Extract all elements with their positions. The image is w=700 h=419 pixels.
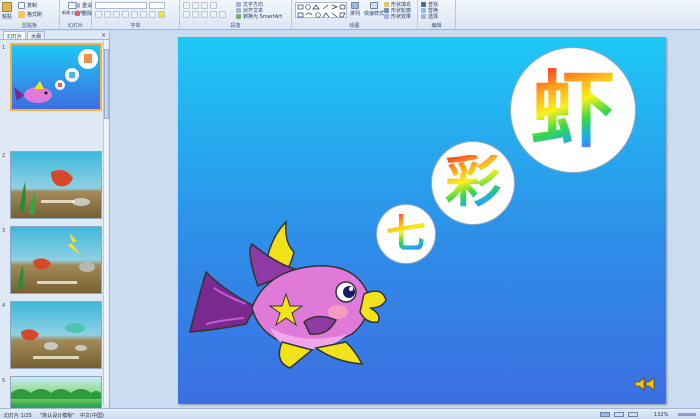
smartart-icon — [236, 14, 241, 19]
align-left-button[interactable] — [183, 11, 190, 18]
reset-button[interactable]: 重设 — [75, 2, 92, 9]
thumbnail-shrimp-scene — [19, 170, 90, 214]
sorter-view-button[interactable] — [614, 412, 624, 417]
shadow-button[interactable] — [131, 11, 138, 18]
decrease-indent-button[interactable] — [201, 2, 208, 9]
slide-thumbnail-2[interactable] — [10, 151, 102, 219]
slideshow-view-button[interactable] — [628, 412, 638, 417]
font-name-combo[interactable] — [95, 2, 147, 9]
speaker-icon[interactable] — [634, 377, 656, 391]
slide-thumbnail-1[interactable] — [10, 43, 102, 111]
justify-button[interactable] — [210, 11, 217, 18]
slide-canvas[interactable]: 虾 彩 七 — [178, 37, 666, 404]
columns-button[interactable] — [219, 11, 226, 18]
shapes-gallery-icon — [297, 4, 346, 18]
thumbnail-shrimp-scene — [21, 323, 87, 359]
thumbnail-number: 5 — [2, 378, 6, 384]
thumbnail-number: 4 — [2, 303, 6, 309]
slide-counter: 幻灯片 1/25 — [4, 413, 32, 419]
delete-slide-button[interactable]: 删除 — [75, 10, 92, 17]
tab-outline[interactable]: 大纲 — [27, 31, 46, 40]
char-xia: 虾 — [530, 61, 615, 159]
slides-panel: 幻灯片 大纲 × 1 2 3 4 5 — [0, 31, 110, 419]
char-cai: 彩 — [445, 150, 501, 215]
increase-indent-button[interactable] — [210, 2, 217, 9]
align-center-button[interactable] — [192, 11, 199, 18]
quick-styles-icon — [370, 2, 378, 9]
change-case-button[interactable] — [149, 11, 156, 18]
quick-styles-button[interactable]: 快速样式 — [364, 2, 384, 17]
shape-effects-button[interactable]: 形状效果 — [384, 13, 411, 20]
font-size-combo[interactable] — [149, 2, 165, 9]
underline-button[interactable] — [113, 11, 120, 18]
panel-tabs: 幻灯片 大纲 — [0, 31, 109, 40]
fish-illustration[interactable] — [186, 212, 402, 372]
slide-thumbnail-4[interactable] — [10, 301, 102, 369]
drawing-label: 绘图 — [349, 23, 360, 29]
arrange-icon — [351, 2, 359, 9]
shapes-gallery[interactable] — [295, 2, 347, 18]
font-label: 字体 — [130, 23, 141, 29]
bubble-medium[interactable]: 彩 — [431, 141, 515, 225]
thumbnail-number: 1 — [2, 45, 6, 51]
delete-icon — [75, 11, 80, 16]
copy-button[interactable]: 复制 — [18, 2, 37, 9]
slide-editor: 虾 彩 七 — [111, 31, 700, 408]
select-button[interactable]: 选择 — [421, 13, 438, 20]
clipboard-group: 粘贴 复制 格式刷 剪贴板 — [0, 0, 60, 30]
status-bar: 幻灯片 1/25 "默认设计模板" 中文(中国) 132% — [0, 408, 700, 419]
slides-group: 新建 幻灯片 重设 删除 幻灯片 — [60, 0, 92, 30]
thumbnail-fish-image — [14, 49, 98, 103]
zoom-slider[interactable] — [678, 413, 696, 416]
thumbnail-shrimp-scene — [17, 233, 95, 289]
scrollbar-thumb[interactable] — [104, 49, 109, 119]
ribbon: 粘贴 复制 格式刷 剪贴板 新建 幻灯片 重设 删除 幻灯片 字体 文字方向 对… — [0, 0, 700, 30]
format-painter-button[interactable]: 格式刷 — [18, 11, 42, 18]
cursor-icon — [421, 14, 426, 19]
theme-name: "默认设计模板" — [40, 413, 75, 419]
thumbnail-number: 2 — [2, 153, 6, 159]
paragraph-label: 段落 — [230, 23, 241, 29]
font-group: 字体 — [92, 0, 180, 30]
close-icon[interactable]: × — [101, 32, 106, 39]
bubble-large[interactable]: 虾 — [510, 47, 636, 173]
italic-button[interactable] — [104, 11, 111, 18]
editing-group: 查找 替换 选择 编辑 — [418, 0, 456, 30]
convert-smartart-button[interactable]: 转换为 SmartArt — [236, 13, 282, 20]
clipboard-label: 剪贴板 — [21, 23, 37, 29]
paste-icon — [2, 2, 12, 12]
editing-label: 编辑 — [431, 23, 442, 29]
drawing-group: 排列 快速样式 形状填充 形状轮廓 形状效果 绘图 — [292, 0, 418, 30]
panel-scrollbar[interactable] — [103, 41, 109, 405]
numbering-button[interactable] — [192, 2, 199, 9]
brush-icon — [18, 11, 25, 18]
zoom-level[interactable]: 132% — [654, 412, 668, 418]
paste-button[interactable]: 粘贴 — [2, 2, 12, 20]
font-color-button[interactable] — [158, 11, 165, 18]
arrange-button[interactable]: 排列 — [350, 2, 360, 17]
bold-button[interactable] — [95, 11, 102, 18]
normal-view-button[interactable] — [600, 412, 610, 417]
thumbnail-number: 3 — [2, 228, 6, 234]
paragraph-group: 文字方向 对齐文本 转换为 SmartArt 段落 — [180, 0, 292, 30]
copy-icon — [18, 2, 25, 9]
reset-icon — [75, 3, 80, 8]
tab-slides[interactable]: 幻灯片 — [3, 31, 27, 40]
effects-icon — [384, 14, 389, 19]
strikethrough-button[interactable] — [122, 11, 129, 18]
slide-thumbnail-3[interactable] — [10, 226, 102, 294]
slides-label: 幻灯片 — [67, 23, 83, 29]
language-indicator[interactable]: 中文(中国) — [80, 412, 104, 419]
bullets-button[interactable] — [183, 2, 190, 9]
align-right-button[interactable] — [201, 11, 208, 18]
char-spacing-button[interactable] — [140, 11, 147, 18]
